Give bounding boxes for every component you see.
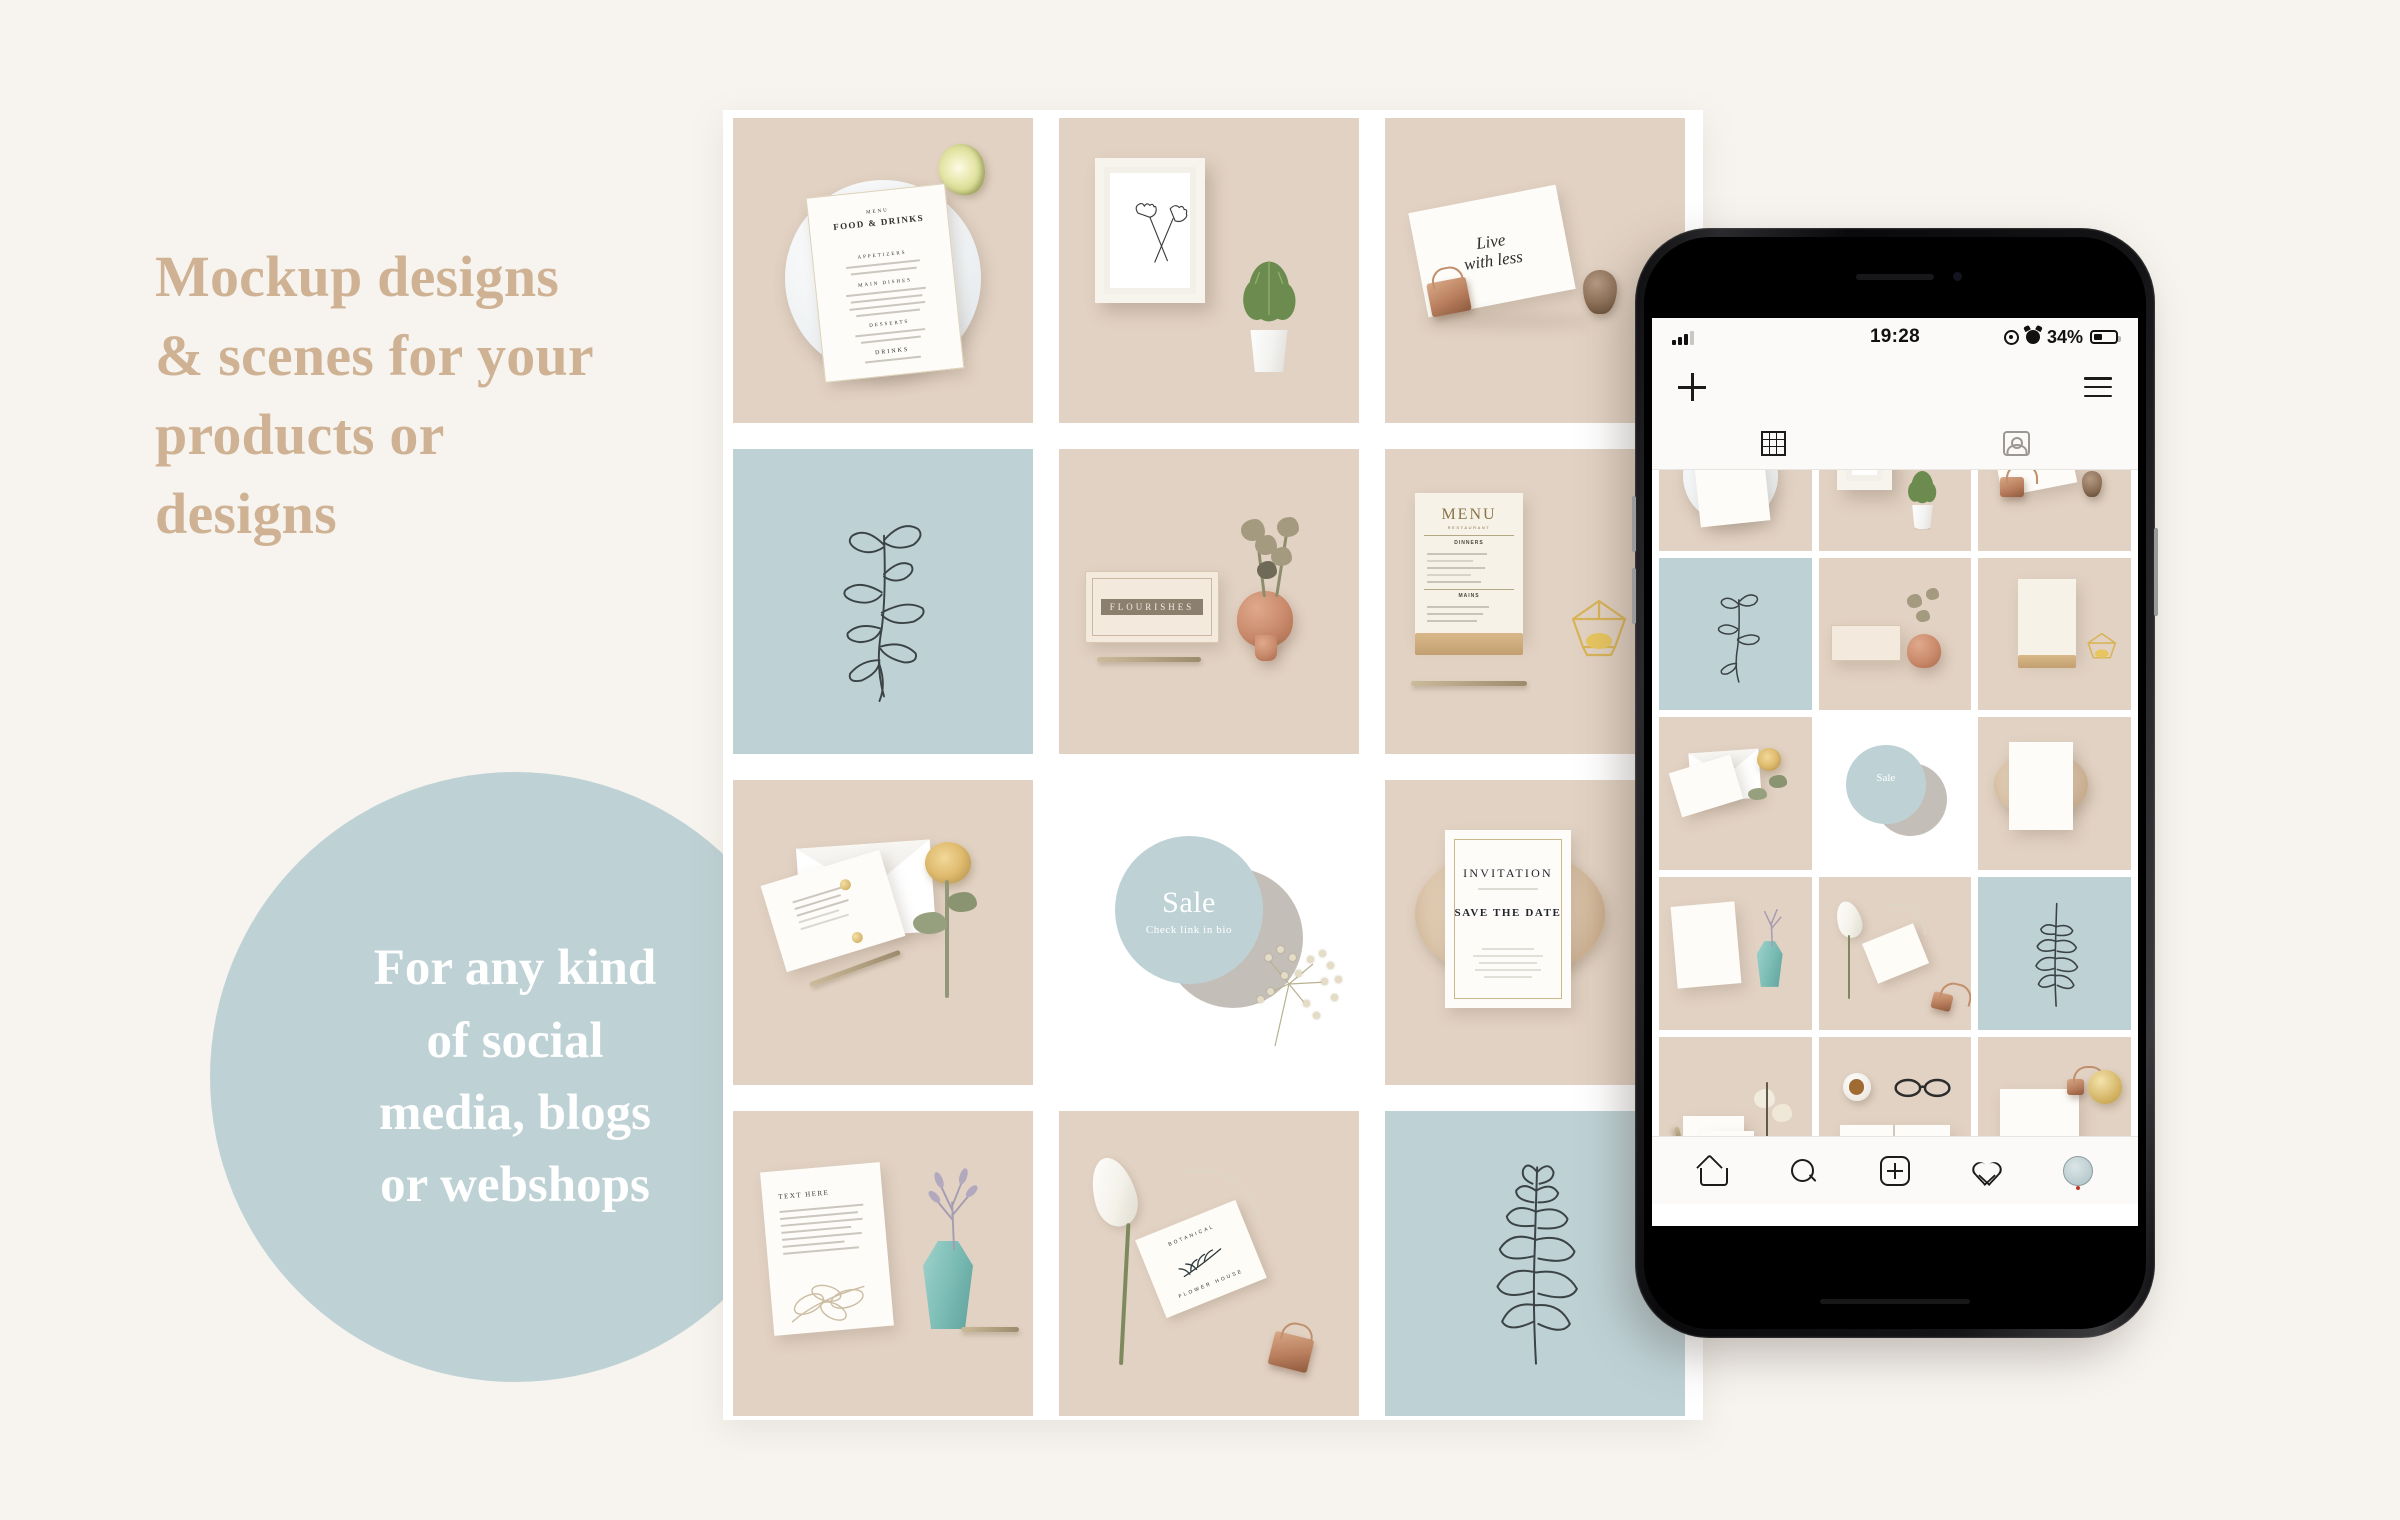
search-icon[interactable] bbox=[1788, 1156, 1818, 1186]
teal-vase bbox=[923, 1241, 973, 1329]
alarm-icon bbox=[2025, 330, 2040, 344]
pcell-cards-flowers[interactable] bbox=[1659, 1036, 1812, 1136]
line-art-hands-icon bbox=[1135, 203, 1188, 263]
binder-clip-icon bbox=[1426, 276, 1472, 318]
pcell-book-coffee[interactable] bbox=[1818, 1036, 1972, 1136]
botanical-line-art-icon bbox=[1496, 1164, 1578, 1365]
calla-lily-flower bbox=[1084, 1152, 1144, 1232]
tile6-title: MENU bbox=[1441, 506, 1497, 523]
pcell-invitation[interactable] bbox=[1978, 717, 2131, 871]
tile9-sub: SAVE THE DATE bbox=[1454, 907, 1562, 919]
pcell-poster-vase[interactable] bbox=[1659, 877, 1812, 1030]
pcell-botanical-sage-1[interactable] bbox=[1659, 557, 1812, 711]
headline-line-2: & scenes for your bbox=[155, 322, 594, 388]
business-card: FLOURISHES bbox=[1085, 571, 1219, 643]
tile3-caption: Live with less bbox=[1462, 230, 1524, 274]
battery-icon bbox=[2090, 330, 2121, 344]
circle-badge-text: For any kind of social media, blogs or w… bbox=[374, 932, 657, 1222]
tile-botanical-sage-1[interactable] bbox=[733, 449, 1033, 754]
phone-speaker bbox=[1856, 274, 1934, 280]
headline-line-3: products or bbox=[155, 401, 445, 467]
pcell-menu-plate[interactable] bbox=[1659, 470, 1812, 551]
tab-tagged[interactable] bbox=[1895, 418, 2138, 469]
phone-screen: 19:28 34% Sale bbox=[1652, 318, 2138, 1226]
mockup-grid: MENU FOOD & DRINKS APPETIZERS MAIN DISHE… bbox=[733, 118, 1695, 1416]
home-icon[interactable] bbox=[1697, 1156, 1728, 1186]
pcell-sale[interactable]: Sale bbox=[1818, 717, 1972, 871]
circle-line-4: or webshops bbox=[380, 1157, 650, 1214]
pcell-restaurant-menu[interactable] bbox=[1978, 557, 2131, 711]
picture-frame bbox=[1095, 158, 1205, 303]
floral-line-art-icon bbox=[791, 1284, 865, 1323]
tile6-sub: RESTAURANT bbox=[1447, 525, 1491, 530]
binder-clip-icon bbox=[1267, 1330, 1315, 1374]
headline-line-4: designs bbox=[155, 480, 337, 546]
tag-string bbox=[1182, 1163, 1260, 1231]
tagged-person-icon bbox=[2003, 431, 2030, 456]
status-bar: 19:28 34% bbox=[1652, 318, 2138, 356]
location-icon bbox=[2003, 329, 2019, 345]
pcell-live-with-less[interactable] bbox=[1978, 470, 2131, 551]
gold-lantern-icon bbox=[1567, 597, 1631, 659]
volume-up-button[interactable] bbox=[1632, 496, 1636, 552]
headline-line-1: Mockup designs bbox=[155, 244, 560, 309]
plus-icon[interactable] bbox=[1678, 373, 1706, 401]
tile-poster-vase[interactable]: TEXT HERE bbox=[733, 1111, 1033, 1416]
page-headline: Mockup designs & scenes for your product… bbox=[155, 238, 715, 554]
app-header bbox=[1652, 356, 2138, 418]
gypsophila-sprig bbox=[1241, 920, 1351, 1050]
bottom-nav bbox=[1652, 1136, 2138, 1204]
avatar-icon[interactable] bbox=[2063, 1155, 2094, 1190]
profile-tabs bbox=[1652, 418, 2138, 470]
circle-line-3: media, blogs bbox=[378, 1085, 652, 1141]
tile-flourishes-card[interactable]: FLOURISHES bbox=[1059, 449, 1359, 754]
tile-lily-tag[interactable]: BOTANICAL FLOWER HOUSE bbox=[1059, 1111, 1359, 1416]
tab-grid[interactable] bbox=[1652, 418, 1895, 469]
profile-grid[interactable]: Sale bbox=[1652, 470, 2138, 1136]
menu-card: MENU RESTAURANT DINNERS MAINS bbox=[1415, 493, 1523, 639]
note-card bbox=[760, 849, 906, 973]
poster-sheet: TEXT HERE bbox=[760, 1162, 894, 1336]
volume-down-button[interactable] bbox=[1632, 568, 1636, 624]
tile6-section-2: MAINS bbox=[1458, 593, 1480, 599]
circle-line-2: of social bbox=[426, 1012, 604, 1069]
tile-envelope-rose[interactable] bbox=[733, 780, 1033, 1085]
tile6-section-1: DINNERS bbox=[1454, 540, 1484, 546]
phone-mockup: 19:28 34% Sale bbox=[1632, 228, 2158, 1338]
pcell-letterhead-cup[interactable] bbox=[1978, 1036, 2131, 1136]
tile9-title: INVITATION bbox=[1463, 866, 1553, 880]
pcell-flourishes-card[interactable] bbox=[1818, 557, 1972, 711]
heart-icon[interactable] bbox=[1972, 1156, 2002, 1186]
sale-title: Sale bbox=[1162, 886, 1216, 919]
add-post-icon[interactable] bbox=[1879, 1155, 1910, 1186]
pcell-envelope-rose[interactable] bbox=[1659, 717, 1812, 871]
home-indicator bbox=[1820, 1299, 1970, 1304]
circle-line-1: For any kind bbox=[373, 940, 657, 997]
pcell-sale-title: Sale bbox=[1876, 771, 1896, 784]
pcell-lily-tag[interactable] bbox=[1818, 877, 1972, 1030]
tile-sale[interactable]: Sale Check link in bio bbox=[1059, 780, 1359, 1085]
pcell-framed-print[interactable] bbox=[1818, 470, 1972, 551]
botanical-line-art-icon bbox=[843, 525, 925, 702]
tile-menu-plate[interactable]: MENU FOOD & DRINKS APPETIZERS MAIN DISHE… bbox=[733, 118, 1033, 423]
invitation-card: INVITATION SAVE THE DATE bbox=[1445, 830, 1571, 1008]
tile5-caption: FLOURISHES bbox=[1100, 599, 1204, 615]
front-camera bbox=[1953, 272, 1962, 281]
pinecone-icon bbox=[1583, 270, 1617, 314]
pcell-botanical-sage-2[interactable] bbox=[1978, 877, 2131, 1030]
lavender-sprig-icon bbox=[928, 1168, 978, 1251]
grid-icon bbox=[1761, 431, 1786, 456]
battery-percent: 34% bbox=[2046, 326, 2083, 347]
power-button[interactable] bbox=[2154, 528, 2158, 616]
hamburger-menu-icon[interactable] bbox=[2084, 377, 2112, 397]
rosemary-plant-icon bbox=[1243, 260, 1296, 322]
tile10-caption: TEXT HERE bbox=[777, 1188, 830, 1202]
tile-framed-print[interactable] bbox=[1059, 118, 1359, 423]
dried-rose bbox=[925, 842, 971, 884]
